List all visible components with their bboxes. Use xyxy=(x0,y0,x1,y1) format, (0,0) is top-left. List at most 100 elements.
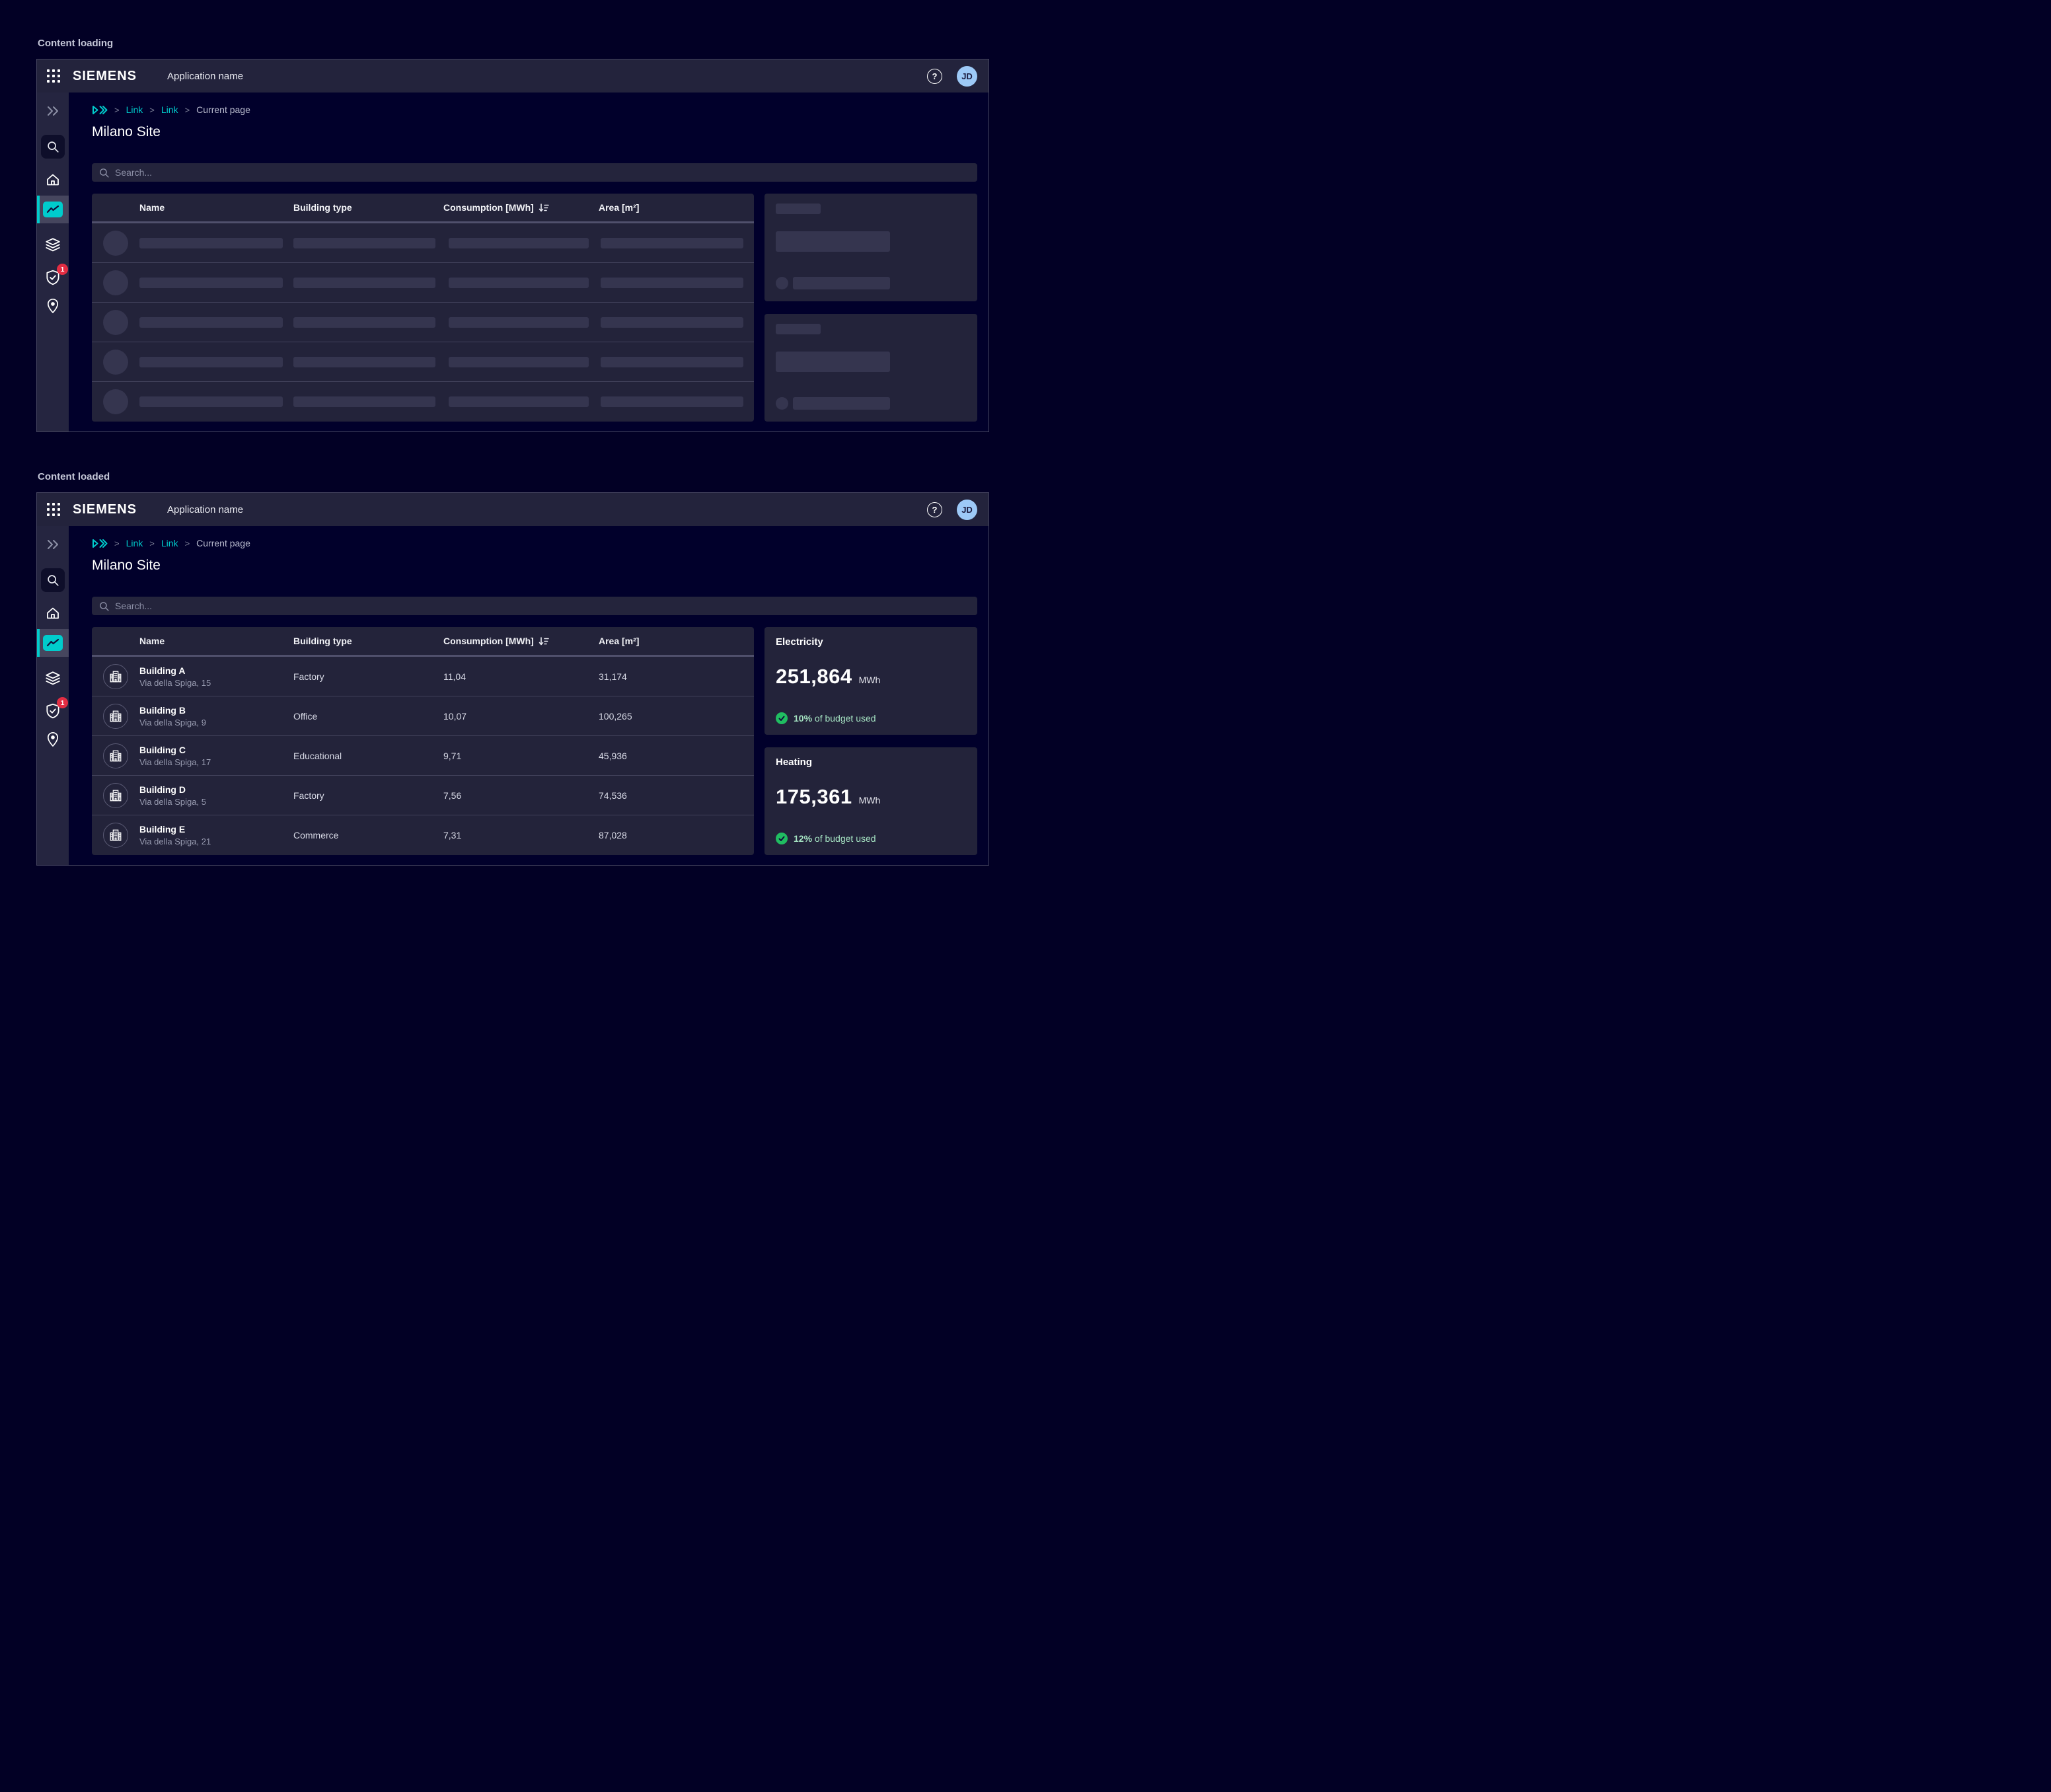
sidebar-item-home[interactable] xyxy=(45,605,61,621)
search-bar[interactable] xyxy=(92,597,977,615)
column-header-consumption-label: Consumption [MWh] xyxy=(443,636,534,646)
table-row[interactable]: Building E Via della Spiga, 21 Commerce … xyxy=(92,815,754,855)
breadcrumb-root-icon[interactable] xyxy=(92,539,108,548)
skeleton-row xyxy=(92,342,754,382)
kpi-status: 10% of budget used xyxy=(776,712,966,724)
building-address: Via della Spiga, 9 xyxy=(139,718,206,728)
sidebar-item-search[interactable] xyxy=(41,135,65,159)
building-consumption: 11,04 xyxy=(443,671,466,682)
sidebar-expand-icon[interactable] xyxy=(45,103,61,119)
active-indicator xyxy=(37,629,40,657)
column-header-name: Name xyxy=(139,194,165,221)
breadcrumb-link-1[interactable]: Link xyxy=(126,538,143,548)
kpi-unit: MWh xyxy=(859,795,881,805)
building-icon xyxy=(103,783,128,808)
table-row[interactable]: Building C Via della Spiga, 17 Education… xyxy=(92,736,754,776)
app-launcher-icon[interactable] xyxy=(46,69,61,83)
building-type: Factory xyxy=(293,790,324,801)
sidebar-item-security[interactable]: 1 xyxy=(44,702,62,720)
buildings-table: Name Building type Consumption [MWh] Are… xyxy=(92,627,754,855)
building-icon xyxy=(103,743,128,768)
app-header: SIEMENS Application name ? JD xyxy=(37,59,988,93)
section-content-loaded: Content loaded SIEMENS Application name … xyxy=(0,432,1026,866)
help-icon[interactable]: ? xyxy=(927,502,942,517)
state-label-loading: Content loading xyxy=(38,38,989,50)
search-icon xyxy=(98,601,110,612)
avatar[interactable]: JD xyxy=(957,66,977,87)
page-title: Milano Site xyxy=(92,124,977,144)
app-launcher-icon[interactable] xyxy=(46,502,61,517)
building-name: Building C xyxy=(139,745,211,755)
kpi-value: 251,864 xyxy=(776,665,852,689)
building-icon xyxy=(103,704,128,729)
kpi-card-loading xyxy=(764,314,977,422)
table-row[interactable]: Building B Via della Spiga, 9 Office 10,… xyxy=(92,696,754,736)
building-icon xyxy=(103,823,128,848)
sidebar-item-location[interactable] xyxy=(45,731,61,748)
budget-text: of budget used xyxy=(812,713,876,724)
notification-badge: 1 xyxy=(57,697,68,708)
avatar[interactable]: JD xyxy=(957,500,977,520)
kpi-title: Electricity xyxy=(776,636,966,648)
column-header-building-type: Building type xyxy=(293,194,352,221)
building-consumption: 9,71 xyxy=(443,751,461,761)
sidebar-item-location[interactable] xyxy=(45,297,61,315)
breadcrumb-separator: > xyxy=(149,539,155,548)
app-frame-loading: SIEMENS Application name ? JD xyxy=(36,59,989,432)
check-icon xyxy=(776,833,788,844)
sidebar-item-layers[interactable] xyxy=(44,237,61,254)
building-address: Via della Spiga, 15 xyxy=(139,678,211,688)
sidebar-item-security[interactable]: 1 xyxy=(44,268,62,287)
table-header: Name Building type Consumption [MWh] Are… xyxy=(92,194,754,223)
sidebar-item-home[interactable] xyxy=(45,172,61,188)
kpi-value: 175,361 xyxy=(776,785,852,809)
breadcrumb-link-2[interactable]: Link xyxy=(161,104,178,115)
skeleton-row xyxy=(92,223,754,263)
search-input[interactable] xyxy=(115,601,971,611)
building-address: Via della Spiga, 21 xyxy=(139,837,211,846)
breadcrumb-link-2[interactable]: Link xyxy=(161,538,178,548)
breadcrumb-separator: > xyxy=(185,539,190,548)
sidebar-expand-icon[interactable] xyxy=(45,537,61,552)
kpi-card-electricity: Electricity 251,864 MWh 10% of budget us… xyxy=(764,627,977,735)
building-name: Building A xyxy=(139,665,211,676)
trend-chart-icon xyxy=(43,202,63,217)
page-title: Milano Site xyxy=(92,558,977,578)
building-consumption: 7,31 xyxy=(443,830,461,840)
breadcrumb-link-1[interactable]: Link xyxy=(126,104,143,115)
breadcrumb-separator: > xyxy=(185,105,190,115)
sidebar-item-layers[interactable] xyxy=(44,670,61,687)
breadcrumb-root-icon[interactable] xyxy=(92,105,108,115)
building-consumption: 7,56 xyxy=(443,790,461,801)
table-row[interactable]: Building A Via della Spiga, 15 Factory 1… xyxy=(92,657,754,696)
building-area: 87,028 xyxy=(599,830,627,840)
search-bar[interactable] xyxy=(92,163,977,182)
sidebar-item-monitoring-active[interactable] xyxy=(37,196,69,223)
sidebar-item-search[interactable] xyxy=(41,568,65,592)
building-area: 100,265 xyxy=(599,711,632,722)
sidebar: 1 xyxy=(37,93,69,431)
kpi-unit: MWh xyxy=(859,675,881,685)
application-name: Application name xyxy=(167,71,243,82)
building-icon xyxy=(103,664,128,689)
building-address: Via della Spiga, 17 xyxy=(139,757,211,767)
building-type: Factory xyxy=(293,671,324,682)
table-row[interactable]: Building D Via della Spiga, 5 Factory 7,… xyxy=(92,776,754,815)
buildings-table-loading: Name Building type Consumption [MWh] Are… xyxy=(92,194,754,422)
building-area: 45,936 xyxy=(599,751,627,761)
check-icon xyxy=(776,712,788,724)
column-header-consumption[interactable]: Consumption [MWh] xyxy=(443,627,549,655)
section-content-loading: Content loading SIEMENS Application name… xyxy=(0,0,1026,432)
help-icon[interactable]: ? xyxy=(927,69,942,84)
search-input[interactable] xyxy=(115,167,971,178)
building-area: 74,536 xyxy=(599,790,627,801)
budget-percent: 12% xyxy=(794,833,812,844)
breadcrumb-separator: > xyxy=(149,105,155,115)
column-header-consumption[interactable]: Consumption [MWh] xyxy=(443,194,549,221)
main-content: > Link > Link > Current page Milano Site xyxy=(69,93,990,431)
skeleton-row xyxy=(92,303,754,342)
column-header-consumption-label: Consumption [MWh] xyxy=(443,202,534,213)
sidebar-item-monitoring-active[interactable] xyxy=(37,629,69,657)
active-indicator xyxy=(37,196,40,223)
column-header-area: Area [m²] xyxy=(599,194,639,221)
